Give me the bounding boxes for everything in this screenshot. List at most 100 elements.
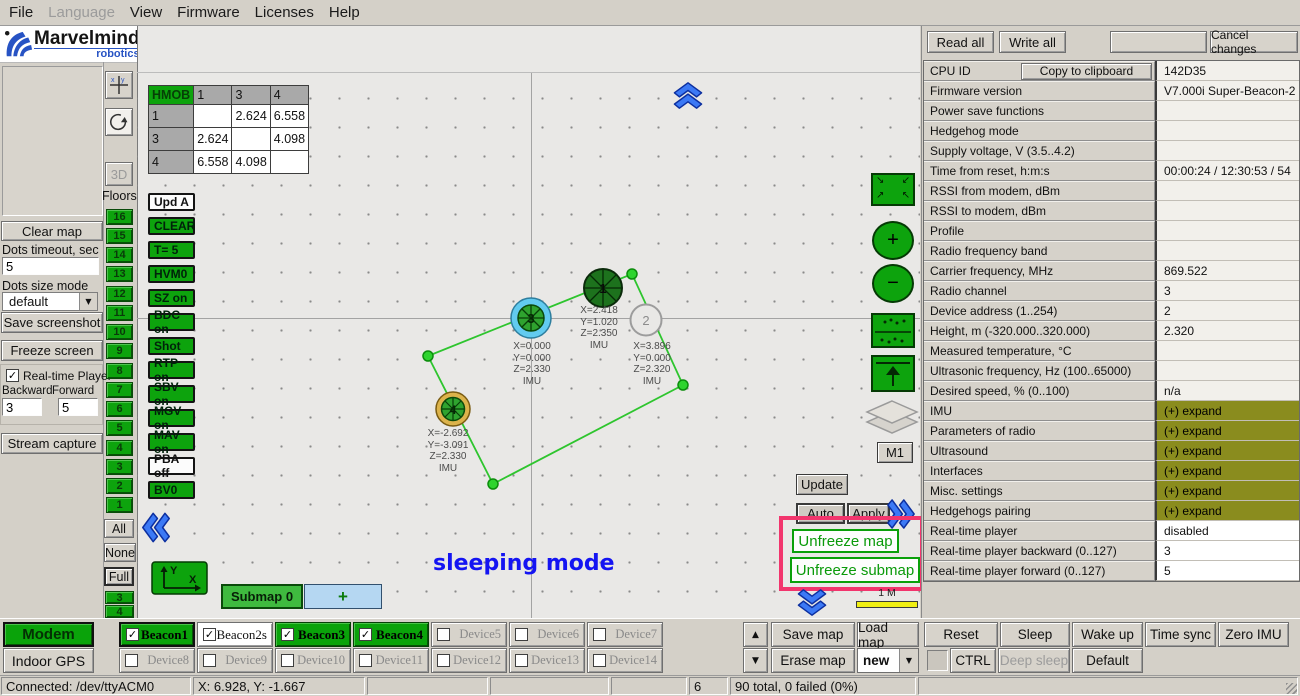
realtime-player-checkbox[interactable]: ✓ bbox=[6, 369, 19, 382]
tab-checkbox[interactable]: ✓ bbox=[359, 628, 372, 641]
toggle-mav[interactable]: MAV on bbox=[148, 433, 195, 451]
expand-row-value[interactable]: (+) expand bbox=[1155, 421, 1299, 441]
read-all-button[interactable]: Read all bbox=[927, 31, 994, 53]
toggle-shot[interactable]: Shot bbox=[148, 337, 195, 355]
time-sync-button[interactable]: Time sync bbox=[1145, 622, 1216, 647]
wake-up-button[interactable]: Wake up bbox=[1072, 622, 1143, 647]
add-submap-button[interactable]: + bbox=[304, 584, 382, 609]
axes-origin-button[interactable]: Y X bbox=[151, 561, 208, 595]
menu-file[interactable]: File bbox=[9, 4, 33, 21]
tab-device11[interactable]: Device11 bbox=[353, 648, 429, 673]
tab-beacon3[interactable]: ✓ Beacon3 bbox=[275, 622, 351, 647]
view-3d-button[interactable]: 3D bbox=[105, 162, 133, 186]
menu-licenses[interactable]: Licenses bbox=[255, 4, 314, 21]
toggle-t5[interactable]: T= 5 bbox=[148, 241, 195, 259]
save-map-button[interactable]: Save map bbox=[771, 622, 855, 647]
tab-device6[interactable]: Device6 bbox=[509, 622, 585, 647]
tab-checkbox[interactable]: ✓ bbox=[126, 628, 139, 641]
copy-to-clipboard-button[interactable]: Copy to clipboard bbox=[1021, 63, 1152, 80]
toggle-clear[interactable]: CLEAR bbox=[148, 217, 195, 235]
zoom-in-button[interactable]: + bbox=[872, 221, 914, 260]
tab-checkbox[interactable] bbox=[593, 628, 606, 641]
menu-firmware[interactable]: Firmware bbox=[177, 4, 240, 21]
expand-row-value[interactable]: (+) expand bbox=[1155, 501, 1299, 521]
floors-all-button[interactable]: All bbox=[104, 519, 134, 538]
submap-floor-3[interactable]: 3 bbox=[105, 591, 134, 604]
backward-input[interactable] bbox=[2, 398, 42, 416]
dots-size-dropdown[interactable]: default ▼ bbox=[2, 292, 98, 311]
toggle-sbv[interactable]: SBV on bbox=[148, 385, 195, 403]
erase-map-button[interactable]: Erase map bbox=[771, 648, 855, 673]
tab-beacon2s[interactable]: ✓ Beacon2s bbox=[197, 622, 273, 647]
tab-checkbox[interactable]: ✓ bbox=[203, 628, 216, 641]
save-screenshot-button[interactable]: Save screenshot bbox=[1, 312, 103, 333]
floor-button-4[interactable]: 4 bbox=[106, 440, 133, 456]
expand-row-value[interactable]: (+) expand bbox=[1155, 461, 1299, 481]
tab-device7[interactable]: Device7 bbox=[587, 622, 663, 647]
chevron-up-icon[interactable] bbox=[670, 81, 706, 110]
tab-beacon1[interactable]: ✓ Beacon1 bbox=[119, 622, 195, 647]
tab-checkbox[interactable] bbox=[125, 654, 138, 667]
expand-row-value[interactable]: (+) expand bbox=[1155, 401, 1299, 421]
tab-modem[interactable]: Modem bbox=[3, 622, 94, 647]
tab-device10[interactable]: Device10 bbox=[275, 648, 351, 673]
m1-button[interactable]: M1 bbox=[877, 442, 913, 463]
tab-indoor-gps[interactable]: Indoor GPS bbox=[3, 648, 94, 673]
tab-device5[interactable]: Device5 bbox=[431, 622, 507, 647]
tab-device13[interactable]: Device13 bbox=[509, 648, 585, 673]
layers-button[interactable] bbox=[863, 397, 921, 441]
blank-button[interactable] bbox=[1110, 31, 1207, 53]
toggle-rtp[interactable]: RTP on bbox=[148, 361, 195, 379]
tab-device9[interactable]: Device9 bbox=[197, 648, 273, 673]
floors-none-button[interactable]: None bbox=[104, 543, 136, 562]
upload-map-button[interactable] bbox=[871, 355, 915, 392]
floor-button-3[interactable]: 3 bbox=[106, 459, 133, 475]
floor-button-1[interactable]: 1 bbox=[106, 497, 133, 513]
tab-checkbox[interactable] bbox=[437, 628, 450, 641]
tab-checkbox[interactable]: ✓ bbox=[281, 628, 294, 641]
tabs-scroll-up-button[interactable]: ▲ bbox=[743, 622, 768, 647]
toggle-upd-a[interactable]: Upd A bbox=[148, 193, 195, 211]
submap-0-button[interactable]: Submap 0 bbox=[221, 584, 303, 609]
floor-button-8[interactable]: 8 bbox=[106, 363, 133, 379]
menu-view[interactable]: View bbox=[130, 4, 162, 21]
tab-checkbox[interactable] bbox=[515, 654, 528, 667]
reset-button[interactable]: Reset bbox=[924, 622, 998, 647]
tab-checkbox[interactable] bbox=[593, 654, 606, 667]
floor-button-10[interactable]: 10 bbox=[106, 324, 133, 340]
floor-button-15[interactable]: 15 bbox=[106, 228, 133, 244]
write-all-button[interactable]: Write all bbox=[999, 31, 1066, 53]
resize-grip[interactable] bbox=[1286, 683, 1297, 694]
floor-button-5[interactable]: 5 bbox=[106, 420, 133, 436]
tab-device8[interactable]: Device8 bbox=[119, 648, 195, 673]
floor-button-14[interactable]: 14 bbox=[106, 247, 133, 263]
toggle-sz[interactable]: SZ on bbox=[148, 289, 195, 307]
load-map-button[interactable]: Load map bbox=[857, 622, 919, 647]
zoom-out-button[interactable]: − bbox=[872, 264, 914, 303]
floor-button-16[interactable]: 16 bbox=[106, 209, 133, 225]
expand-row-value[interactable]: (+) expand bbox=[1155, 441, 1299, 461]
rotate-view-button[interactable] bbox=[105, 108, 133, 136]
floor-button-12[interactable]: 12 bbox=[106, 286, 133, 302]
zero-imu-button[interactable]: Zero IMU bbox=[1218, 622, 1289, 647]
dots-timeout-input[interactable] bbox=[2, 257, 99, 275]
floor-button-7[interactable]: 7 bbox=[106, 382, 133, 398]
toggle-bdc[interactable]: BDC on bbox=[148, 313, 195, 331]
freeze-screen-button[interactable]: Freeze screen bbox=[1, 340, 103, 361]
floors-full-button[interactable]: Full bbox=[104, 567, 134, 586]
chevron-down-icon[interactable] bbox=[794, 588, 830, 617]
floor-button-9[interactable]: 9 bbox=[106, 343, 133, 359]
fit-to-view-button[interactable]: ↘ ↙ ↗ ↖ bbox=[871, 173, 915, 206]
ctrl-checkbox[interactable] bbox=[927, 650, 948, 671]
floor-button-11[interactable]: 11 bbox=[106, 305, 133, 321]
sleep-button[interactable]: Sleep bbox=[1000, 622, 1070, 647]
menu-help[interactable]: Help bbox=[329, 4, 360, 21]
map-name-dropdown[interactable]: new ▼ bbox=[857, 648, 919, 673]
chevron-left-icon[interactable] bbox=[139, 512, 173, 543]
ctrl-button[interactable]: CTRL bbox=[950, 648, 996, 673]
tab-checkbox[interactable] bbox=[281, 654, 294, 667]
chevron-down-icon[interactable]: ▼ bbox=[79, 293, 97, 310]
tab-checkbox[interactable] bbox=[203, 654, 216, 667]
tab-checkbox[interactable] bbox=[359, 654, 372, 667]
toggle-pba[interactable]: PBA off bbox=[148, 457, 195, 475]
